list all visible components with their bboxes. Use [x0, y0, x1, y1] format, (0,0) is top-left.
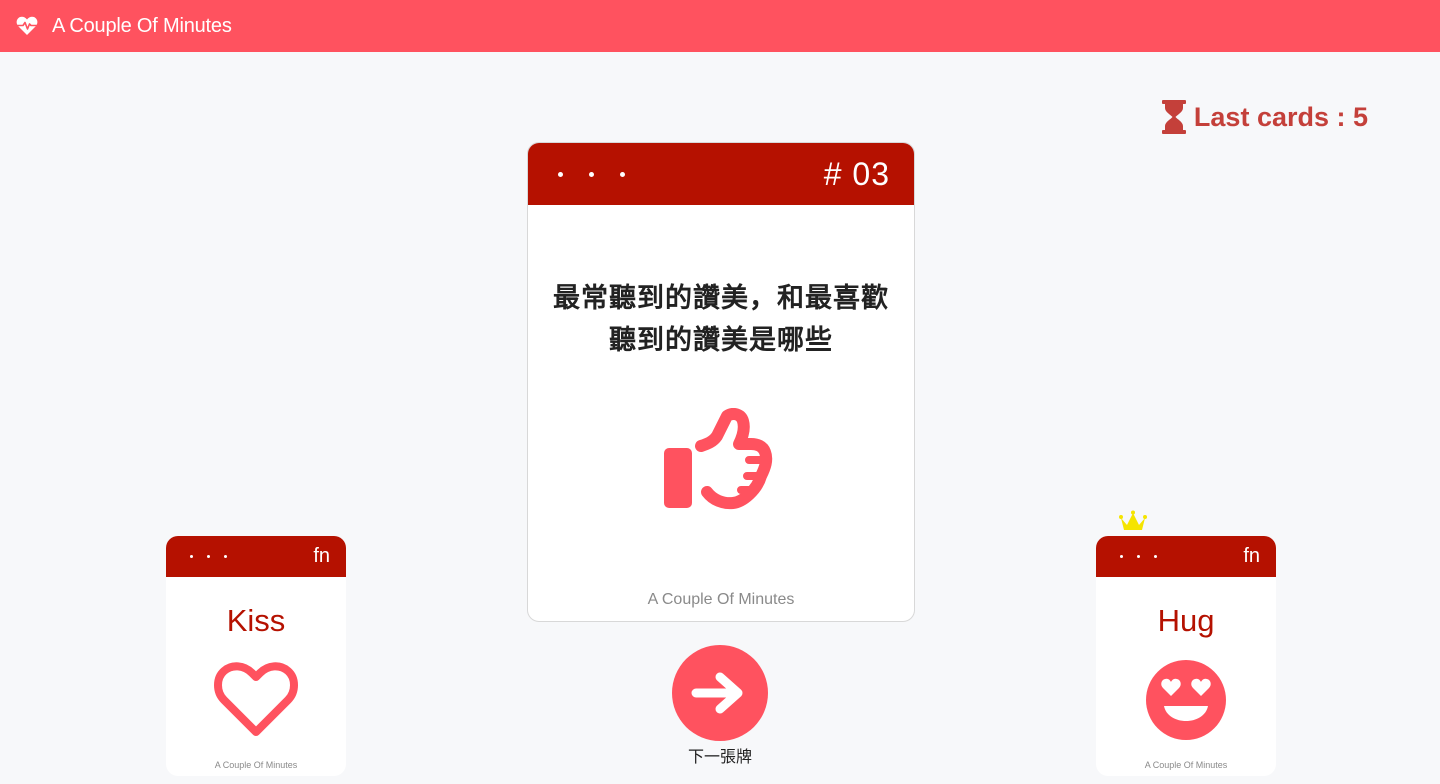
- card-header: fn: [1096, 536, 1276, 577]
- thumbs-up-icon: [664, 408, 773, 510]
- card-question: 最常聽到的讚美，和最喜歡 聽到的讚美是哪些: [528, 277, 914, 361]
- arrow-right-icon: [691, 672, 743, 714]
- card-dots: [190, 555, 227, 558]
- top-navbar: A Couple Of Minutes: [0, 0, 1440, 52]
- question-card: # 03 最常聽到的讚美，和最喜歡 聽到的讚美是哪些 A Couple Of M…: [527, 142, 915, 622]
- card-footer: A Couple Of Minutes: [214, 760, 298, 770]
- hourglass-icon: [1161, 100, 1186, 134]
- card-header: fn: [166, 536, 346, 577]
- side-card-hug[interactable]: fn Hug A Couple Of Minutes: [1096, 536, 1276, 776]
- card-number: fn: [313, 545, 330, 567]
- last-cards-text: Last cards : 5: [1193, 101, 1368, 132]
- card-title: Hug: [1157, 603, 1215, 638]
- card-dots: [1120, 555, 1157, 558]
- question-line-2: 聽到的讚美是哪些: [609, 325, 833, 355]
- card-number: fn: [1243, 545, 1260, 567]
- question-line-1: 最常聽到的讚美，和最喜歡: [553, 283, 889, 313]
- card-title: Kiss: [226, 603, 286, 638]
- card-number: # 03: [823, 155, 890, 192]
- next-card-label[interactable]: 下一張牌: [620, 743, 820, 767]
- last-cards-counter: Last cards : 5: [1161, 100, 1368, 134]
- heart-outline-icon: [214, 662, 298, 736]
- card-header: # 03: [528, 143, 914, 205]
- card-dots: [558, 171, 625, 177]
- heartbeat-icon: [16, 14, 40, 38]
- next-card-button[interactable]: [672, 645, 768, 741]
- card-footer: A Couple Of Minutes: [647, 591, 795, 608]
- side-card-kiss[interactable]: fn Kiss A Couple Of Minutes: [166, 536, 346, 776]
- grin-hearts-icon: [1146, 660, 1226, 740]
- card-footer: A Couple Of Minutes: [1144, 760, 1228, 770]
- app-title[interactable]: A Couple Of Minutes: [52, 15, 232, 38]
- crown-icon: [1119, 510, 1147, 530]
